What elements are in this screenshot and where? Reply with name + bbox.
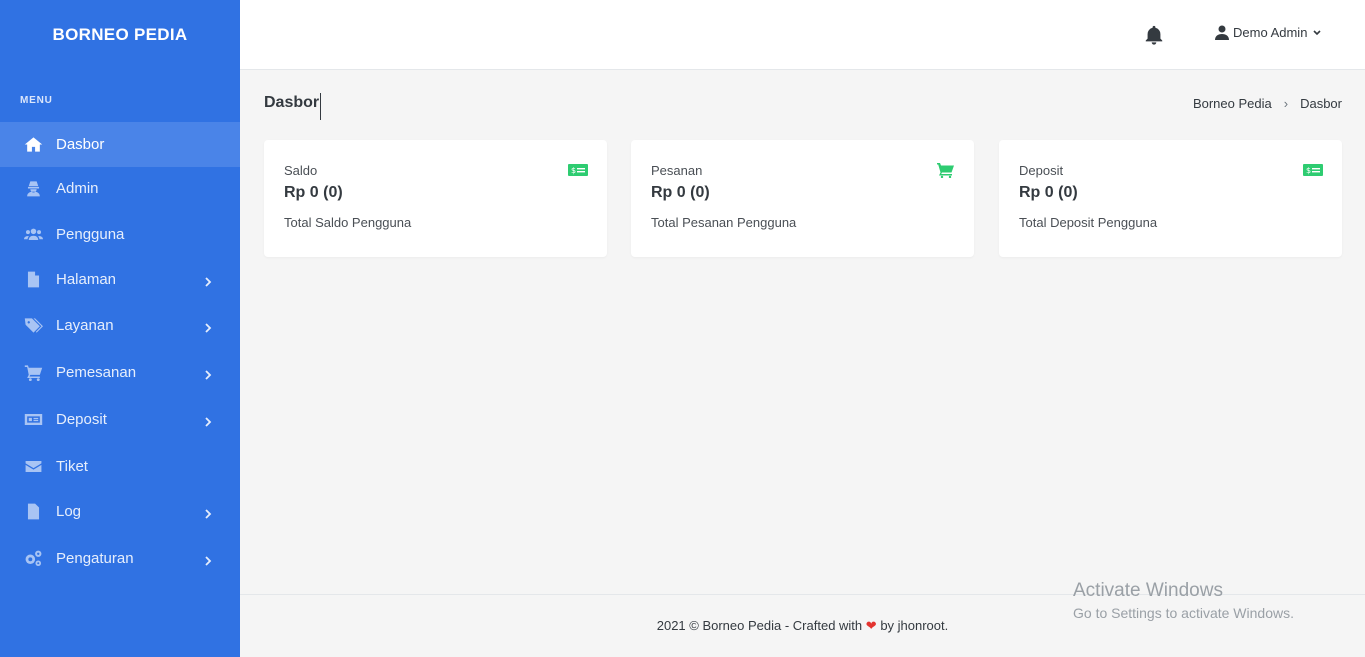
pesanan-card: Pesanan Rp 0 (0) Total Pesanan Pengguna	[631, 140, 974, 257]
file-icon	[23, 270, 43, 290]
sidebar-item-label: Admin	[56, 180, 99, 197]
page-title: Dasbor	[264, 94, 320, 111]
sidebar-item-label: Dasbor	[56, 136, 105, 153]
card-subtitle: Total Pesanan Pengguna	[651, 215, 797, 230]
topbar: Demo Admin	[240, 0, 1365, 70]
sidebar-item-dasbor[interactable]: Dasbor	[0, 122, 240, 167]
sidebar-item-label: Pemesanan	[56, 364, 137, 381]
card-label: Saldo	[284, 163, 318, 178]
sidebar-item-admin[interactable]: Admin	[0, 166, 240, 211]
sidebar-item-label: Halaman	[56, 271, 117, 288]
saldo-card: Saldo Rp 0 (0) Total Saldo Pengguna $	[264, 140, 607, 257]
sidebar-item-tiket[interactable]: Tiket	[0, 444, 240, 489]
sidebar-item-label: Deposit	[56, 411, 107, 428]
text-cursor	[320, 93, 321, 120]
breadcrumb-separator: ›	[1283, 96, 1289, 111]
sidebar-item-label: Pengaturan	[56, 550, 134, 567]
chevron-right-icon	[204, 367, 212, 380]
shopping-cart-icon	[23, 363, 43, 383]
footer-prefix: 2021 © Borneo Pedia - Crafted with	[656, 618, 863, 633]
card-subtitle: Total Deposit Pengguna	[1019, 215, 1158, 230]
card-subtitle: Total Saldo Pengguna	[284, 215, 412, 230]
card-label: Pesanan	[651, 163, 703, 178]
home-icon	[23, 135, 43, 155]
deposit-card: Deposit Rp 0 (0) Total Deposit Pengguna …	[999, 140, 1342, 257]
money-bill-icon	[23, 410, 43, 430]
brand-logo-text[interactable]: BORNEO PEDIA	[0, 0, 240, 70]
sidebar-item-pemesanan[interactable]: Pemesanan	[0, 350, 240, 395]
menu-section-title: MENU	[20, 95, 53, 106]
windows-activation-watermark: Activate Windows Go to Settings to activ…	[1073, 580, 1294, 621]
card-value: Rp 0 (0)	[651, 184, 710, 201]
user-secret-icon	[23, 179, 43, 199]
sidebar-item-label: Log	[56, 503, 82, 520]
chevron-right-icon	[204, 553, 212, 566]
sidebar-item-label: Layanan	[56, 317, 114, 334]
user-name: Demo Admin	[1233, 25, 1308, 40]
cogs-icon	[23, 549, 43, 569]
watermark-subtitle: Go to Settings to activate Windows.	[1073, 605, 1294, 621]
footer-suffix: by jhonroot.	[880, 618, 949, 633]
card-value: Rp 0 (0)	[1019, 184, 1078, 201]
card-label: Deposit	[1019, 163, 1064, 178]
sidebar-item-layanan[interactable]: Layanan	[0, 303, 240, 348]
users-icon	[23, 225, 43, 245]
svg-text:$: $	[571, 166, 576, 175]
sidebar-item-log[interactable]: Log	[0, 489, 240, 534]
breadcrumb-item-current: Dasbor	[1300, 96, 1342, 111]
chevron-right-icon	[204, 320, 212, 333]
user-icon	[1215, 25, 1229, 40]
breadcrumb: Borneo Pedia › Dasbor	[1193, 96, 1342, 111]
chevron-right-icon	[204, 274, 212, 287]
shopping-cart-icon	[935, 162, 955, 179]
chevron-right-icon	[204, 414, 212, 427]
tags-icon	[23, 316, 43, 336]
chevron-right-icon	[204, 506, 212, 519]
money-bill-icon: $	[1303, 162, 1323, 178]
sidebar-item-pengaturan[interactable]: Pengaturan	[0, 536, 240, 581]
breadcrumb-item-home[interactable]: Borneo Pedia	[1193, 96, 1272, 111]
svg-text:$: $	[1306, 166, 1311, 175]
money-bill-icon: $	[568, 162, 588, 178]
sidebar-item-deposit[interactable]: Deposit	[0, 397, 240, 442]
sidebar: BORNEO PEDIA MENU Dasbor Admin Pengguna …	[0, 0, 240, 657]
card-value: Rp 0 (0)	[284, 184, 343, 201]
heart-icon: ❤	[865, 618, 877, 633]
sidebar-item-label: Tiket	[56, 458, 88, 475]
sidebar-item-label: Pengguna	[56, 226, 125, 243]
watermark-title: Activate Windows	[1073, 580, 1223, 601]
sidebar-item-pengguna[interactable]: Pengguna	[0, 212, 240, 257]
user-menu-dropdown[interactable]: Demo Admin	[1215, 25, 1321, 40]
envelope-icon	[23, 457, 43, 477]
file-alt-icon	[23, 502, 43, 522]
chevron-down-icon	[1307, 29, 1321, 36]
sidebar-item-halaman[interactable]: Halaman	[0, 257, 240, 302]
bell-icon[interactable]	[1143, 24, 1165, 46]
